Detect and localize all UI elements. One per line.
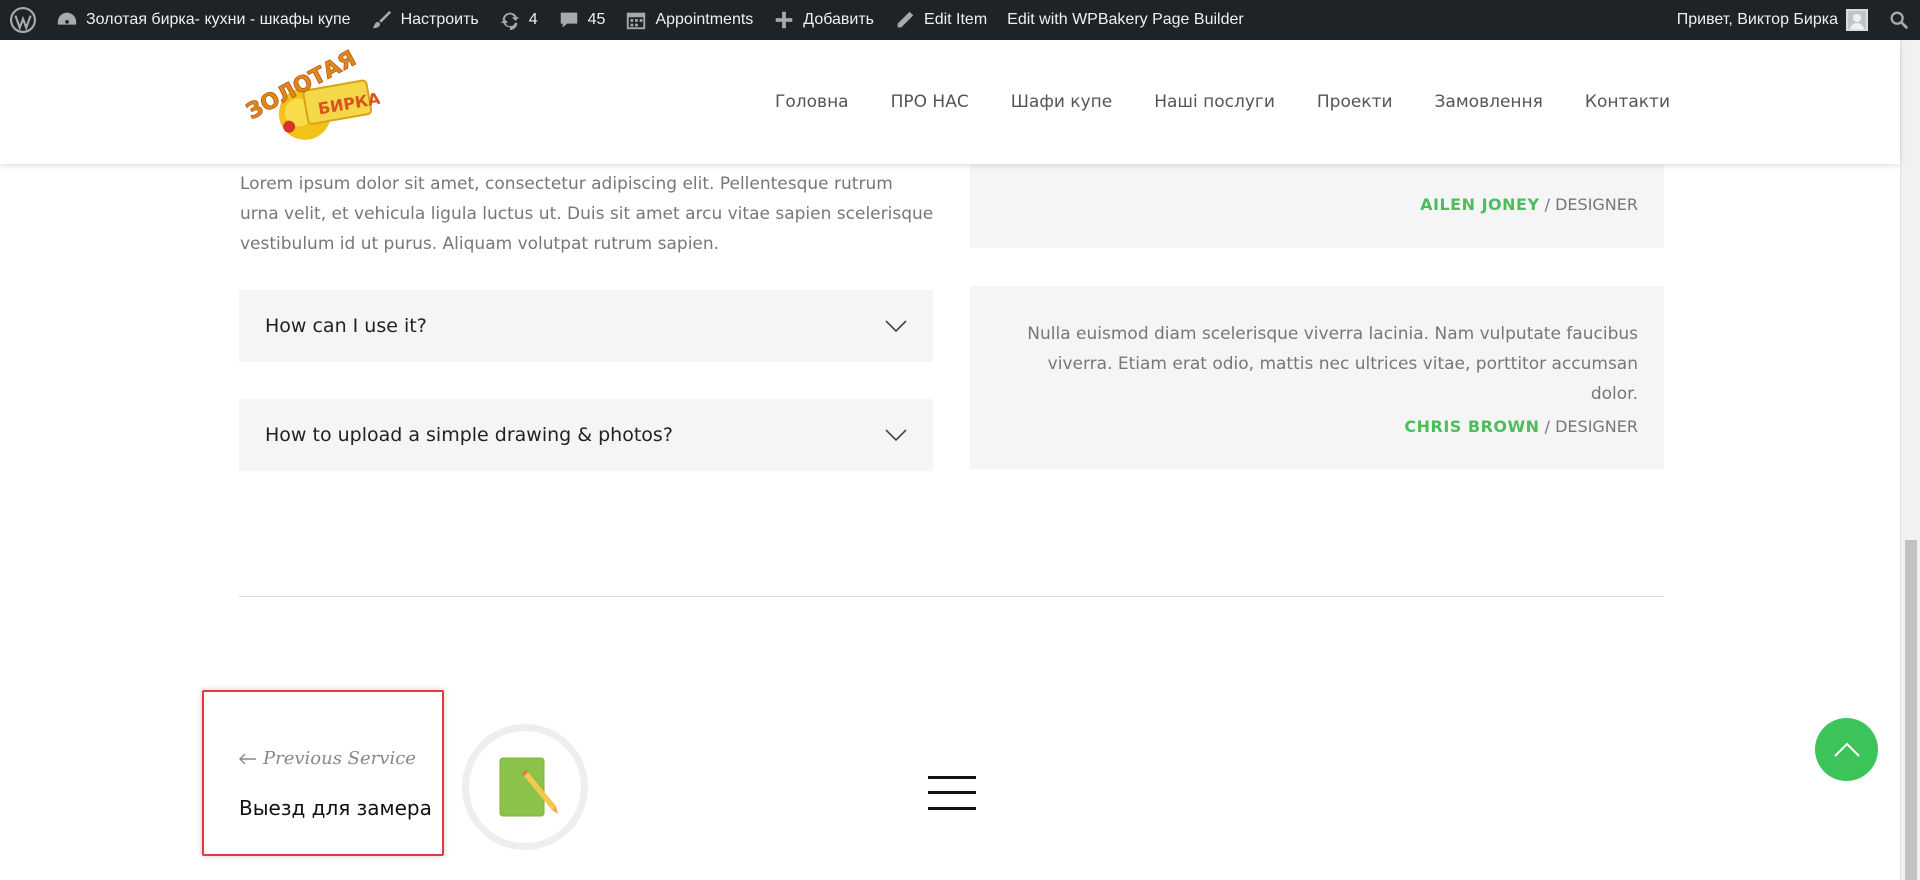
refresh-icon <box>500 12 519 31</box>
author-name: CHRIS BROWN <box>1404 417 1540 436</box>
add-new-link[interactable]: Добавить <box>763 0 884 40</box>
site-header: ЗОЛОТАЯ БИРКА Головна ПРО НАС Шафи купе … <box>0 40 1900 164</box>
greeting-label: Привет, Виктор Бирка <box>1676 11 1838 28</box>
burger-line <box>928 807 976 810</box>
faq-question: How can I use it? <box>265 315 427 337</box>
nav-item-order[interactable]: Замовлення <box>1435 92 1543 112</box>
comments-link[interactable]: 45 <box>548 0 616 40</box>
nav-item-home[interactable]: Головна <box>775 92 849 112</box>
comments-count: 45 <box>587 11 606 28</box>
chevron-down-icon <box>885 320 907 333</box>
testimonial-author: AILEN JONEY / DESIGNER <box>1420 195 1638 214</box>
burger-line <box>928 791 976 794</box>
admin-search-button[interactable] <box>1878 0 1920 40</box>
faq-accordion-item[interactable]: How to upload a simple drawing & photos? <box>239 399 933 471</box>
wpbakery-label: Edit with WPBakery Page Builder <box>1007 11 1244 28</box>
customize-label: Настроить <box>400 11 479 28</box>
avatar <box>1846 9 1868 31</box>
add-new-label: Добавить <box>803 11 875 28</box>
appointments-label: Appointments <box>655 11 754 28</box>
testimonial-card: AILEN JONEY / DESIGNER <box>970 164 1664 248</box>
site-name-menu[interactable]: Золотая бирка- кухни - шкафы купе <box>46 0 361 40</box>
plus-icon <box>776 11 793 29</box>
faq-question: How to upload a simple drawing & photos? <box>265 424 673 446</box>
wpbakery-link[interactable]: Edit with WPBakery Page Builder <box>997 0 1254 40</box>
site-logo[interactable]: ЗОЛОТАЯ БИРКА <box>240 40 382 164</box>
edit-item-label: Edit Item <box>924 11 988 28</box>
admin-bar: Золотая бирка- кухни - шкафы купе Настро… <box>0 0 1920 40</box>
wordpress-logo-icon[interactable] <box>0 0 46 40</box>
site-name: Золотая бирка- кухни - шкафы купе <box>86 11 351 28</box>
author-name: AILEN JONEY <box>1420 195 1540 214</box>
updates-count: 4 <box>528 11 538 28</box>
updates-link[interactable]: 4 <box>489 0 548 40</box>
previous-service-label: Previous Service <box>263 748 416 769</box>
arrow-left-icon <box>239 753 256 764</box>
page-scrollbar[interactable] <box>1900 40 1920 880</box>
testimonial-card: Nulla euismod diam scelerisque viverra l… <box>970 286 1664 469</box>
previous-service-link[interactable]: Previous Service <box>239 748 416 769</box>
nav-item-contacts[interactable]: Контакти <box>1585 92 1670 112</box>
pencil-icon <box>897 11 914 28</box>
chevron-down-icon <box>885 429 907 442</box>
testimonial-author: CHRIS BROWN / DESIGNER <box>1404 417 1638 436</box>
author-role: / DESIGNER <box>1544 417 1638 436</box>
appointments-link[interactable]: Appointments <box>615 0 763 40</box>
comment-bubble-icon <box>560 12 577 28</box>
dashboard-icon <box>57 12 77 25</box>
author-role: / DESIGNER <box>1544 195 1638 214</box>
nav-item-services[interactable]: Наші послуги <box>1154 92 1275 112</box>
edit-item-link[interactable]: Edit Item <box>884 0 997 40</box>
section-divider <box>239 596 1664 597</box>
search-icon <box>1890 11 1909 30</box>
previous-service-thumbnail[interactable] <box>462 724 588 850</box>
all-services-menu-button[interactable] <box>928 776 976 810</box>
burger-line <box>928 776 976 779</box>
faq-accordion-item[interactable]: How can I use it? <box>239 290 933 362</box>
testimonial-quote: Nulla euismod diam scelerisque viverra l… <box>1027 324 1638 404</box>
paintbrush-icon <box>372 10 391 29</box>
nav-item-about[interactable]: ПРО НАС <box>891 92 969 112</box>
previous-service-title[interactable]: Выезд для замера <box>239 796 432 820</box>
nav-item-projects[interactable]: Проекти <box>1317 92 1393 112</box>
scroll-to-top-button[interactable] <box>1815 718 1878 781</box>
nav-item-wardrobes[interactable]: Шафи купе <box>1011 92 1113 112</box>
customize-link[interactable]: Настроить <box>361 0 489 40</box>
account-menu[interactable]: Привет, Виктор Бирка <box>1667 0 1878 40</box>
scrollbar-thumb[interactable] <box>1905 540 1917 880</box>
calendar-icon <box>627 12 646 30</box>
notepad-pencil-icon <box>499 757 558 817</box>
main-navigation: Головна ПРО НАС Шафи купе Наші послуги П… <box>733 40 1670 164</box>
chevron-up-icon <box>1833 742 1860 757</box>
previous-service-highlight[interactable] <box>202 690 444 856</box>
faq-answer-text: Lorem ipsum dolor sit amet, consectetur … <box>240 174 934 254</box>
